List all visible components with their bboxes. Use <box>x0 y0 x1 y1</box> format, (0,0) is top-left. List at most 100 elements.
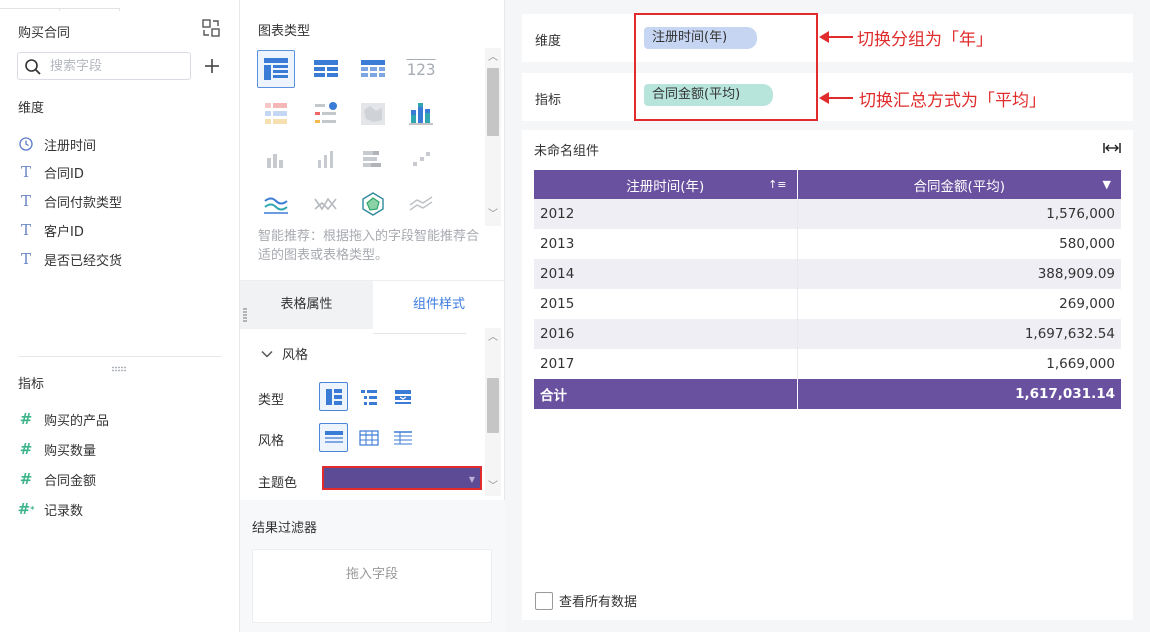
canvas-area: 维度 注册时间(年) 指标 合同金额(平均) 切换分组为「年」 切换汇总方式为「… <box>505 0 1150 632</box>
dimension-field[interactable]: T 合同付款类型 <box>18 190 218 212</box>
table-cell: 1,669,000 <box>797 349 1121 379</box>
measure-field[interactable]: # 购买的产品 <box>18 408 218 430</box>
style-striped-button[interactable] <box>388 423 417 452</box>
polyline-chart-icon[interactable] <box>307 185 345 223</box>
heat-table-icon[interactable] <box>257 95 295 133</box>
style-header-button[interactable] <box>319 423 348 452</box>
view-all-label: 查看所有数据 <box>559 595 638 610</box>
theme-color-label: 主题色 <box>258 476 298 491</box>
tab-component-style[interactable]: 组件样式 <box>373 281 505 329</box>
table-cell: 2013 <box>534 229 798 259</box>
bar-chart-icon[interactable] <box>257 140 295 178</box>
column-header[interactable]: 注册时间(年) ↑≡ <box>534 170 798 199</box>
switch-dataset-icon[interactable] <box>201 18 221 38</box>
dimension-field[interactable]: T 客户ID <box>18 219 218 241</box>
panel-divider <box>18 356 222 357</box>
style-section-toggle[interactable]: 风格 <box>260 344 308 363</box>
field-label: 购买数量 <box>44 443 97 459</box>
scroll-up-icon[interactable]: ︿ <box>487 332 499 344</box>
text-type-icon: T <box>20 192 31 210</box>
config-panel: 图表类型 123 ︿ ﹀ 智能推荐：根据拖入的字段智能推荐合适的图表或表格类型。… <box>240 0 505 632</box>
area-chart-icon[interactable] <box>402 185 440 223</box>
table-cell: 269,000 <box>797 289 1121 319</box>
type-collapse-button[interactable] <box>388 382 417 411</box>
number-type-icon: # <box>19 410 33 428</box>
total-label: 合计 <box>534 379 798 409</box>
column-header[interactable]: 合同金额(平均) ▼ <box>797 170 1121 199</box>
dimension-section-label: 维度 <box>18 101 45 116</box>
dimension-field[interactable]: 注册时间 <box>18 133 218 155</box>
style-grid-button[interactable] <box>354 423 383 452</box>
highlight-box <box>634 13 818 121</box>
result-filter-title: 结果过滤器 <box>252 521 318 536</box>
style-label: 风格 <box>258 434 285 449</box>
tab-table-properties[interactable]: 表格属性 <box>240 281 373 329</box>
scroll-down-icon[interactable]: ﹀ <box>487 209 499 221</box>
dataset-title: 购买合同 <box>18 26 71 41</box>
type-tree-button[interactable] <box>354 382 383 411</box>
annotation-arrow <box>819 31 853 43</box>
recommend-hint: 智能推荐：根据拖入的字段智能推荐合适的图表或表格类型。 <box>258 229 480 263</box>
tab-divider <box>373 333 466 334</box>
number-type-icon: # <box>19 440 33 458</box>
style-section-label: 风格 <box>282 348 309 363</box>
text-type-icon: T <box>20 163 31 181</box>
measure-field[interactable]: # 合同金额 <box>18 468 218 490</box>
table-widget: 未命名组件 注册时间(年) ↑≡ 合同金额(平均) ▼ 2012 1,576,0… <box>522 130 1133 620</box>
map-icon[interactable] <box>354 95 392 133</box>
line-chart-icon[interactable] <box>257 185 295 223</box>
table-cell: 580,000 <box>797 229 1121 259</box>
table-cell: 388,909.09 <box>797 259 1121 289</box>
field-label: 是否已经交货 <box>44 253 123 269</box>
dimension-field[interactable]: T 是否已经交货 <box>18 248 218 270</box>
chart-type-label: 图表类型 <box>258 24 311 39</box>
theme-color-select[interactable]: ▼ <box>322 466 482 490</box>
chart-list-scrollbar[interactable]: ︿ ﹀ <box>485 48 501 226</box>
clock-icon <box>18 136 34 152</box>
filter-drop-zone[interactable]: 拖入字段 <box>252 549 492 623</box>
type-grouped-button[interactable] <box>319 382 348 411</box>
scroll-down-icon[interactable]: ﹀ <box>487 481 499 493</box>
annotation-summary-avg: 切换汇总方式为「平均」 <box>859 91 1046 111</box>
field-label: 客户ID <box>44 224 84 240</box>
style-scrollbar[interactable]: ︿ ﹀ <box>485 328 501 496</box>
table-cell: 2012 <box>534 199 798 229</box>
annotation-arrow <box>819 92 853 104</box>
measure-field[interactable]: # * 记录数 <box>18 498 218 520</box>
cross-table-icon[interactable] <box>354 50 392 88</box>
table-row: 2016 1,697,632.54 <box>534 319 1121 349</box>
legend-table-icon[interactable] <box>307 95 345 133</box>
horizontal-bar-icon[interactable] <box>354 140 392 178</box>
field-label: 记录数 <box>44 503 84 519</box>
add-field-icon[interactable] <box>202 56 222 76</box>
table-cell: 1,697,632.54 <box>797 319 1121 349</box>
stacked-bar-icon[interactable] <box>402 95 440 133</box>
field-search[interactable] <box>17 52 191 80</box>
chart-type-grid: 123 <box>254 48 486 228</box>
drag-handle-icon[interactable] <box>243 308 247 322</box>
table-cell: 2015 <box>534 289 798 319</box>
radar-chart-icon[interactable] <box>354 185 392 223</box>
fit-width-icon[interactable] <box>1102 140 1122 156</box>
view-all-checkbox[interactable] <box>535 591 553 610</box>
scrollbar-thumb[interactable] <box>487 378 499 433</box>
detail-table-icon[interactable] <box>307 50 345 88</box>
dimension-field[interactable]: T 合同ID <box>18 161 218 183</box>
sort-icon[interactable]: ↑≡ <box>768 178 786 191</box>
column-chart-icon[interactable] <box>307 140 345 178</box>
view-all-data-toggle[interactable]: 查看所有数据 <box>535 591 637 610</box>
search-input[interactable] <box>50 57 185 76</box>
scrollbar-thumb[interactable] <box>487 68 499 136</box>
resize-grip-icon[interactable] <box>111 361 127 372</box>
scatter-chart-icon[interactable] <box>402 140 440 178</box>
table-row: 2013 580,000 <box>534 229 1121 259</box>
kpi-number-icon[interactable]: 123 <box>402 50 440 88</box>
grouped-table-icon[interactable] <box>257 50 295 88</box>
field-label: 合同金额 <box>44 473 97 489</box>
measure-field[interactable]: # 购买数量 <box>18 438 218 460</box>
dropdown-caret-icon[interactable]: ▼ <box>1103 178 1111 191</box>
annotation-group-year: 切换分组为「年」 <box>857 30 993 50</box>
text-type-icon: T <box>20 250 31 268</box>
scroll-up-icon[interactable]: ︿ <box>487 52 499 64</box>
measure-shelf-label: 指标 <box>535 93 562 108</box>
